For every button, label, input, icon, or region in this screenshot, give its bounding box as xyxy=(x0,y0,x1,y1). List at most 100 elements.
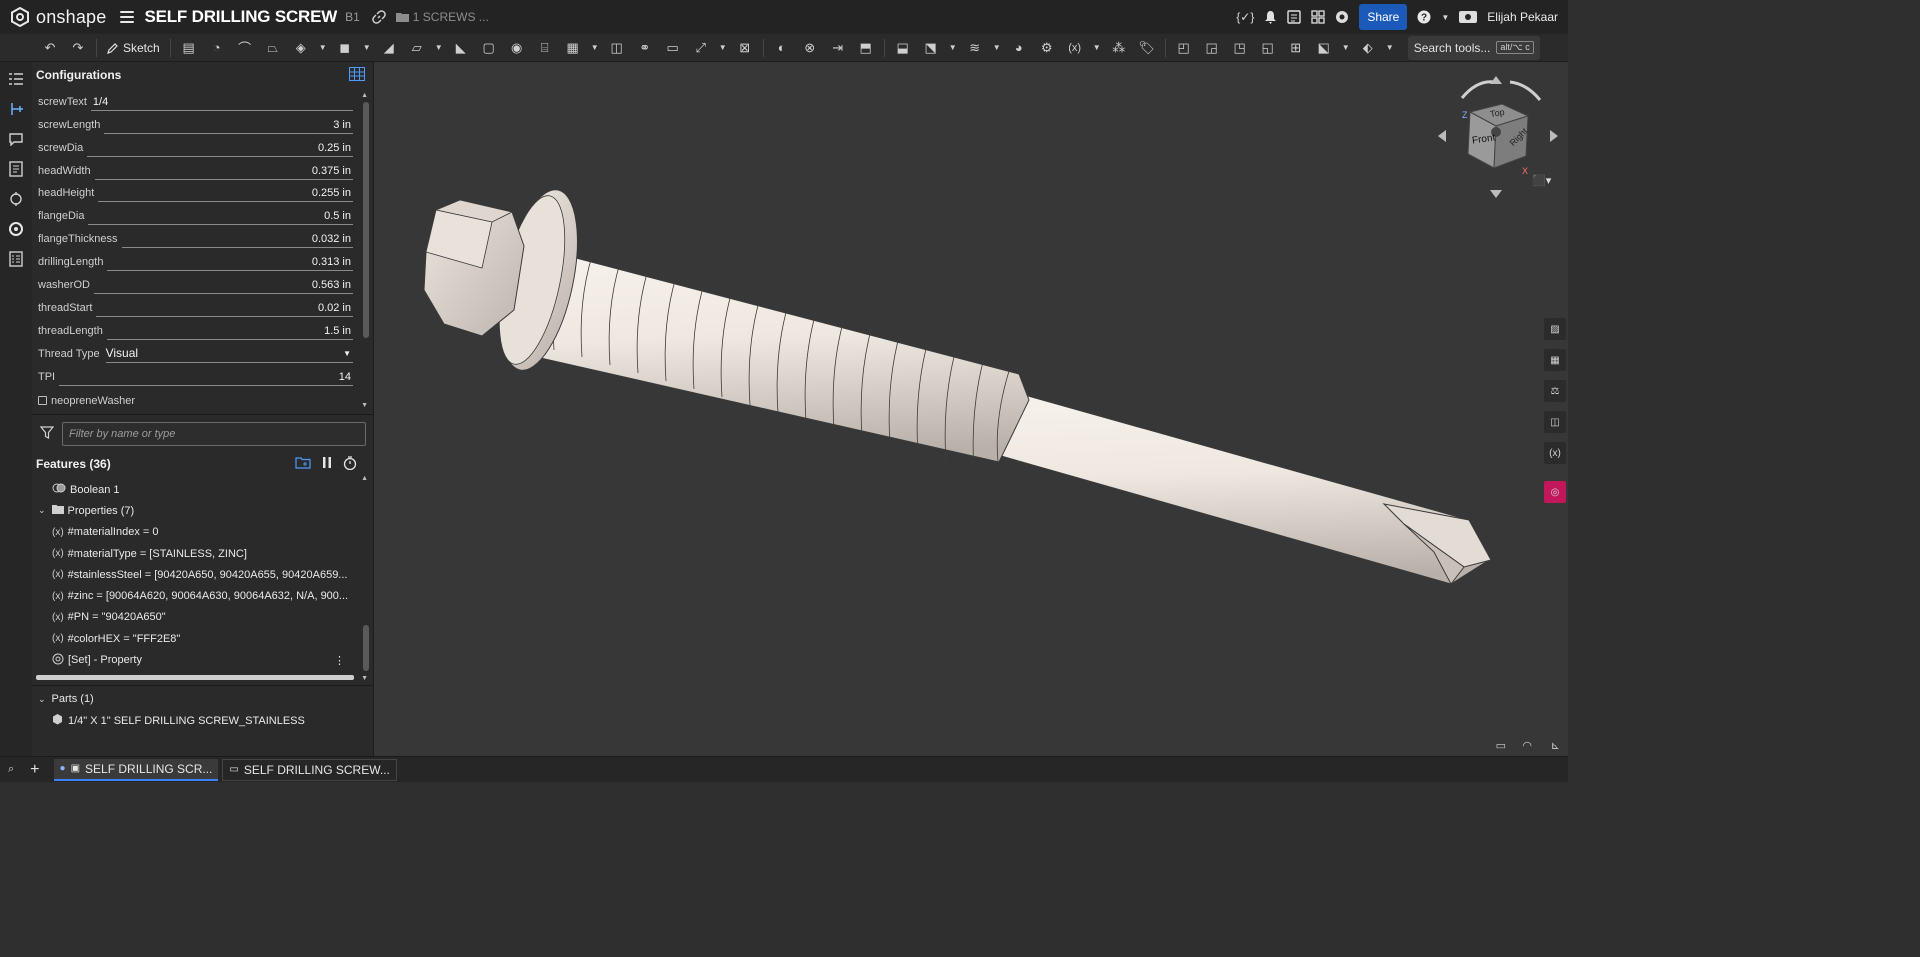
rollback-bar-icon[interactable]: ⋮ xyxy=(334,654,345,667)
config-input[interactable]: 0.5 in xyxy=(88,207,353,226)
notes-icon[interactable] xyxy=(5,158,27,180)
neoprene-washer-checkbox-row[interactable]: neopreneWasher xyxy=(32,390,373,412)
view-options-icon[interactable]: ⬛▾ xyxy=(1532,174,1551,187)
tab-part-studio[interactable]: ● ▣ SELF DRILLING SCR... xyxy=(53,758,219,781)
dropdown-icon[interactable]: ▼ xyxy=(1385,37,1395,59)
rib-icon[interactable]: ◣ xyxy=(450,37,472,59)
screw-model[interactable] xyxy=(374,62,1568,756)
mirror-icon[interactable]: ◫ xyxy=(606,37,628,59)
thread-type-select[interactable]: Visual ▼ xyxy=(105,345,353,363)
plane-icon[interactable]: ≋ xyxy=(964,37,986,59)
boolean-icon[interactable]: ⚭ xyxy=(634,37,656,59)
part-row[interactable]: 1/4" X 1" SELF DRILLING SCREW_STAINLESS xyxy=(32,710,373,731)
thicken-icon[interactable]: ◈ xyxy=(290,37,312,59)
variable-row[interactable]: (x) #colorHEX = "FFF2E8" xyxy=(32,628,355,649)
section-view-icon[interactable]: ▭ xyxy=(1496,739,1506,752)
variable-icon[interactable]: (x) xyxy=(1064,37,1086,59)
helix-icon[interactable]: ◕ xyxy=(1008,37,1030,59)
custom-feature-icon[interactable]: ⬕ xyxy=(1313,37,1335,59)
split-icon[interactable]: ▭ xyxy=(662,37,684,59)
hole-icon[interactable]: ◉ xyxy=(506,37,528,59)
config-input[interactable]: 3 in xyxy=(104,116,353,134)
dropdown-icon[interactable]: ▼ xyxy=(1092,37,1102,59)
feature-folder-row[interactable]: ⌄ Properties (7) xyxy=(32,500,355,521)
transform-icon[interactable]: ⤢ xyxy=(690,37,712,59)
notifications-icon[interactable] xyxy=(1264,10,1277,24)
user-name[interactable]: Elijah Pekaar xyxy=(1487,10,1558,24)
sketch-button[interactable]: Sketch xyxy=(107,41,160,55)
frame-icon[interactable]: ◰ xyxy=(1173,37,1195,59)
variables-panel-icon[interactable]: (x) xyxy=(1544,442,1566,464)
assign-material-icon[interactable]: ◲ xyxy=(1201,37,1223,59)
variable-row[interactable]: (x) #zinc = [90064A620, 90064A630, 90064… xyxy=(32,585,355,606)
pattern-icon[interactable]: ▦ xyxy=(562,37,584,59)
redo-icon[interactable]: ↷ xyxy=(67,37,89,59)
chamfer-icon[interactable]: ◢ xyxy=(378,37,400,59)
add-folder-icon[interactable] xyxy=(295,456,311,473)
folder-breadcrumb[interactable]: 1 SCREWS ... xyxy=(395,10,489,24)
variable-row[interactable]: (x) #materialIndex = 0 xyxy=(32,522,355,543)
parts-header[interactable]: ⌄ Parts (1) xyxy=(32,688,373,710)
horizontal-scrollbar[interactable] xyxy=(36,675,354,680)
chevron-down-icon[interactable]: ▼ xyxy=(1441,13,1449,22)
learning-center-icon[interactable] xyxy=(1335,10,1349,24)
scroll-down-icon[interactable]: ▼ xyxy=(361,402,368,409)
scroll-down-icon[interactable]: ▼ xyxy=(361,675,368,682)
mass-properties-icon[interactable]: ⚖ xyxy=(1544,380,1566,402)
pause-icon[interactable] xyxy=(321,456,333,473)
feature-scrollbar[interactable] xyxy=(363,625,369,671)
gusset-icon[interactable]: ◳ xyxy=(1229,37,1251,59)
help-icon[interactable]: ? xyxy=(1417,10,1431,24)
move-face-icon[interactable]: ⇥ xyxy=(827,37,849,59)
dropdown-icon[interactable]: ▼ xyxy=(318,37,328,59)
search-tools-button[interactable]: Search tools... alt/⌥ c xyxy=(1407,35,1540,60)
config-input[interactable]: 0.032 in xyxy=(121,230,353,249)
dropdown-icon[interactable]: ▼ xyxy=(434,37,444,59)
view-cube[interactable]: Top Front Right Z X ⬛▾ xyxy=(1432,70,1562,200)
configurations-icon[interactable] xyxy=(5,218,27,240)
scroll-up-icon[interactable]: ▲ xyxy=(361,475,368,482)
filter-icon[interactable] xyxy=(39,426,55,442)
add-tab-icon[interactable]: + xyxy=(30,761,39,779)
config-scrollbar[interactable] xyxy=(363,102,369,338)
config-input[interactable]: 1/4 xyxy=(90,93,353,111)
document-title[interactable]: SELF DRILLING SCREW xyxy=(144,7,337,27)
fillet-icon[interactable]: ◼ xyxy=(334,37,356,59)
graphics-viewport[interactable]: Top Front Right Z X ⬛▾ ▨ ▦ ⚖ ◫ (x) ◎ ▭ ◠… xyxy=(374,62,1568,756)
properties-icon[interactable] xyxy=(5,248,27,270)
add-custom-features-icon[interactable]: ⬖ xyxy=(1357,37,1379,59)
sheet-metal-icon[interactable]: ⬔ xyxy=(920,37,942,59)
release-icon[interactable] xyxy=(1287,10,1302,24)
undo-icon[interactable]: ↶ xyxy=(39,37,61,59)
config-input[interactable]: 0.255 in xyxy=(98,184,353,203)
cylinder-icon[interactable]: ⌸ xyxy=(534,37,556,59)
delete-face-icon[interactable]: ⊗ xyxy=(799,37,821,59)
config-input[interactable]: 0.02 in xyxy=(96,299,353,317)
cut-list-icon[interactable]: ◱ xyxy=(1257,37,1279,59)
composite-part-icon[interactable]: ⁂ xyxy=(1108,37,1130,59)
shell-icon[interactable]: ▢ xyxy=(478,37,500,59)
config-input[interactable]: 0.313 in xyxy=(107,253,353,272)
revolve-icon[interactable]: ◔ xyxy=(206,37,228,59)
delete-part-icon[interactable]: ⊠ xyxy=(734,37,756,59)
configuration-table-icon[interactable] xyxy=(349,66,365,84)
filter-input[interactable]: Filter by name or type xyxy=(62,422,366,446)
tools-icon[interactable] xyxy=(5,188,27,210)
loft-icon[interactable]: ⏢ xyxy=(262,37,284,59)
chevron-down-icon[interactable]: ⌄ xyxy=(38,694,46,705)
bom-icon[interactable]: ▦ xyxy=(1544,349,1566,371)
search-tabs-icon[interactable]: ⌕ xyxy=(8,763,14,776)
insert-icon[interactable] xyxy=(5,98,27,120)
config-input[interactable]: 0.563 in xyxy=(93,276,353,295)
menu-icon[interactable] xyxy=(120,11,135,23)
mate-connector-icon[interactable]: ⚙ xyxy=(1036,37,1058,59)
dropdown-icon[interactable]: ▼ xyxy=(590,37,600,59)
version-label[interactable]: B1 xyxy=(345,10,360,24)
variable-row[interactable]: (x) #PN = "90420A650" xyxy=(32,607,355,628)
dropdown-icon[interactable]: ▼ xyxy=(992,37,1002,59)
neoprene-washer-checkbox[interactable] xyxy=(38,396,47,406)
config-input[interactable]: 14 xyxy=(59,368,353,386)
chevron-down-icon[interactable]: ⌄ xyxy=(38,505,46,516)
share-button[interactable]: Share xyxy=(1359,4,1408,30)
config-input[interactable]: 1.5 in xyxy=(106,322,353,340)
